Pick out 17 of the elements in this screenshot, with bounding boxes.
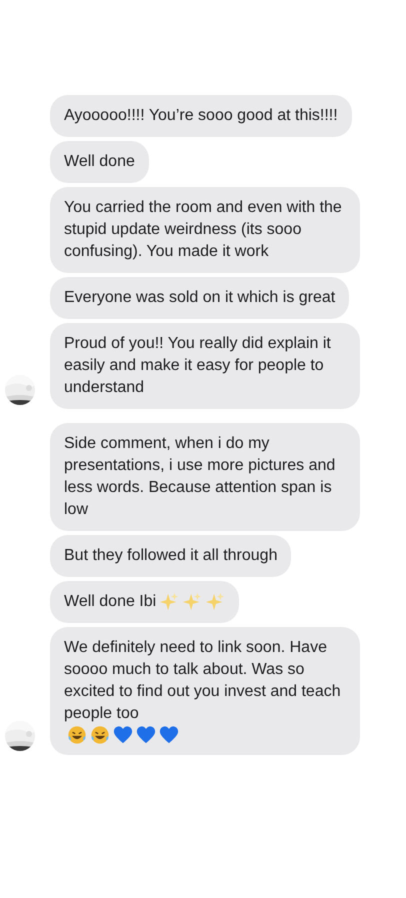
heart-icon [113,725,133,745]
message-text: But they followed it all through [64,546,278,566]
message-text: Well done Ibi [64,592,156,612]
message-text: Well done [64,152,135,172]
message-text: Side comment, when i do my presentations, i use more pictures and less words. Because attention span is low [64,434,336,520]
heart-icon [159,725,179,745]
message-text: Proud of you!! You really did explain it easily and make it easy for people to understand [64,334,332,398]
sparkles-icon [182,592,202,612]
message-text: You carried the room and even with the stupid update weirdness (its sooo confusing). You made it work [64,198,343,262]
message-text: Ayooooo!!!! You’re sooo good at this!!!! [64,106,338,126]
laughing-emoji-icon [67,725,87,745]
message-text: We definitely need to link soon. Have soooo much to talk about. Was so excited to find out you invest and teach people too [64,638,342,724]
message-text: Everyone was sold on it which is great [64,288,336,308]
sparkles-icon [205,592,226,612]
laughing-emoji-icon [90,725,110,745]
heart-icon [136,725,156,745]
sparkles-icon [159,592,180,612]
